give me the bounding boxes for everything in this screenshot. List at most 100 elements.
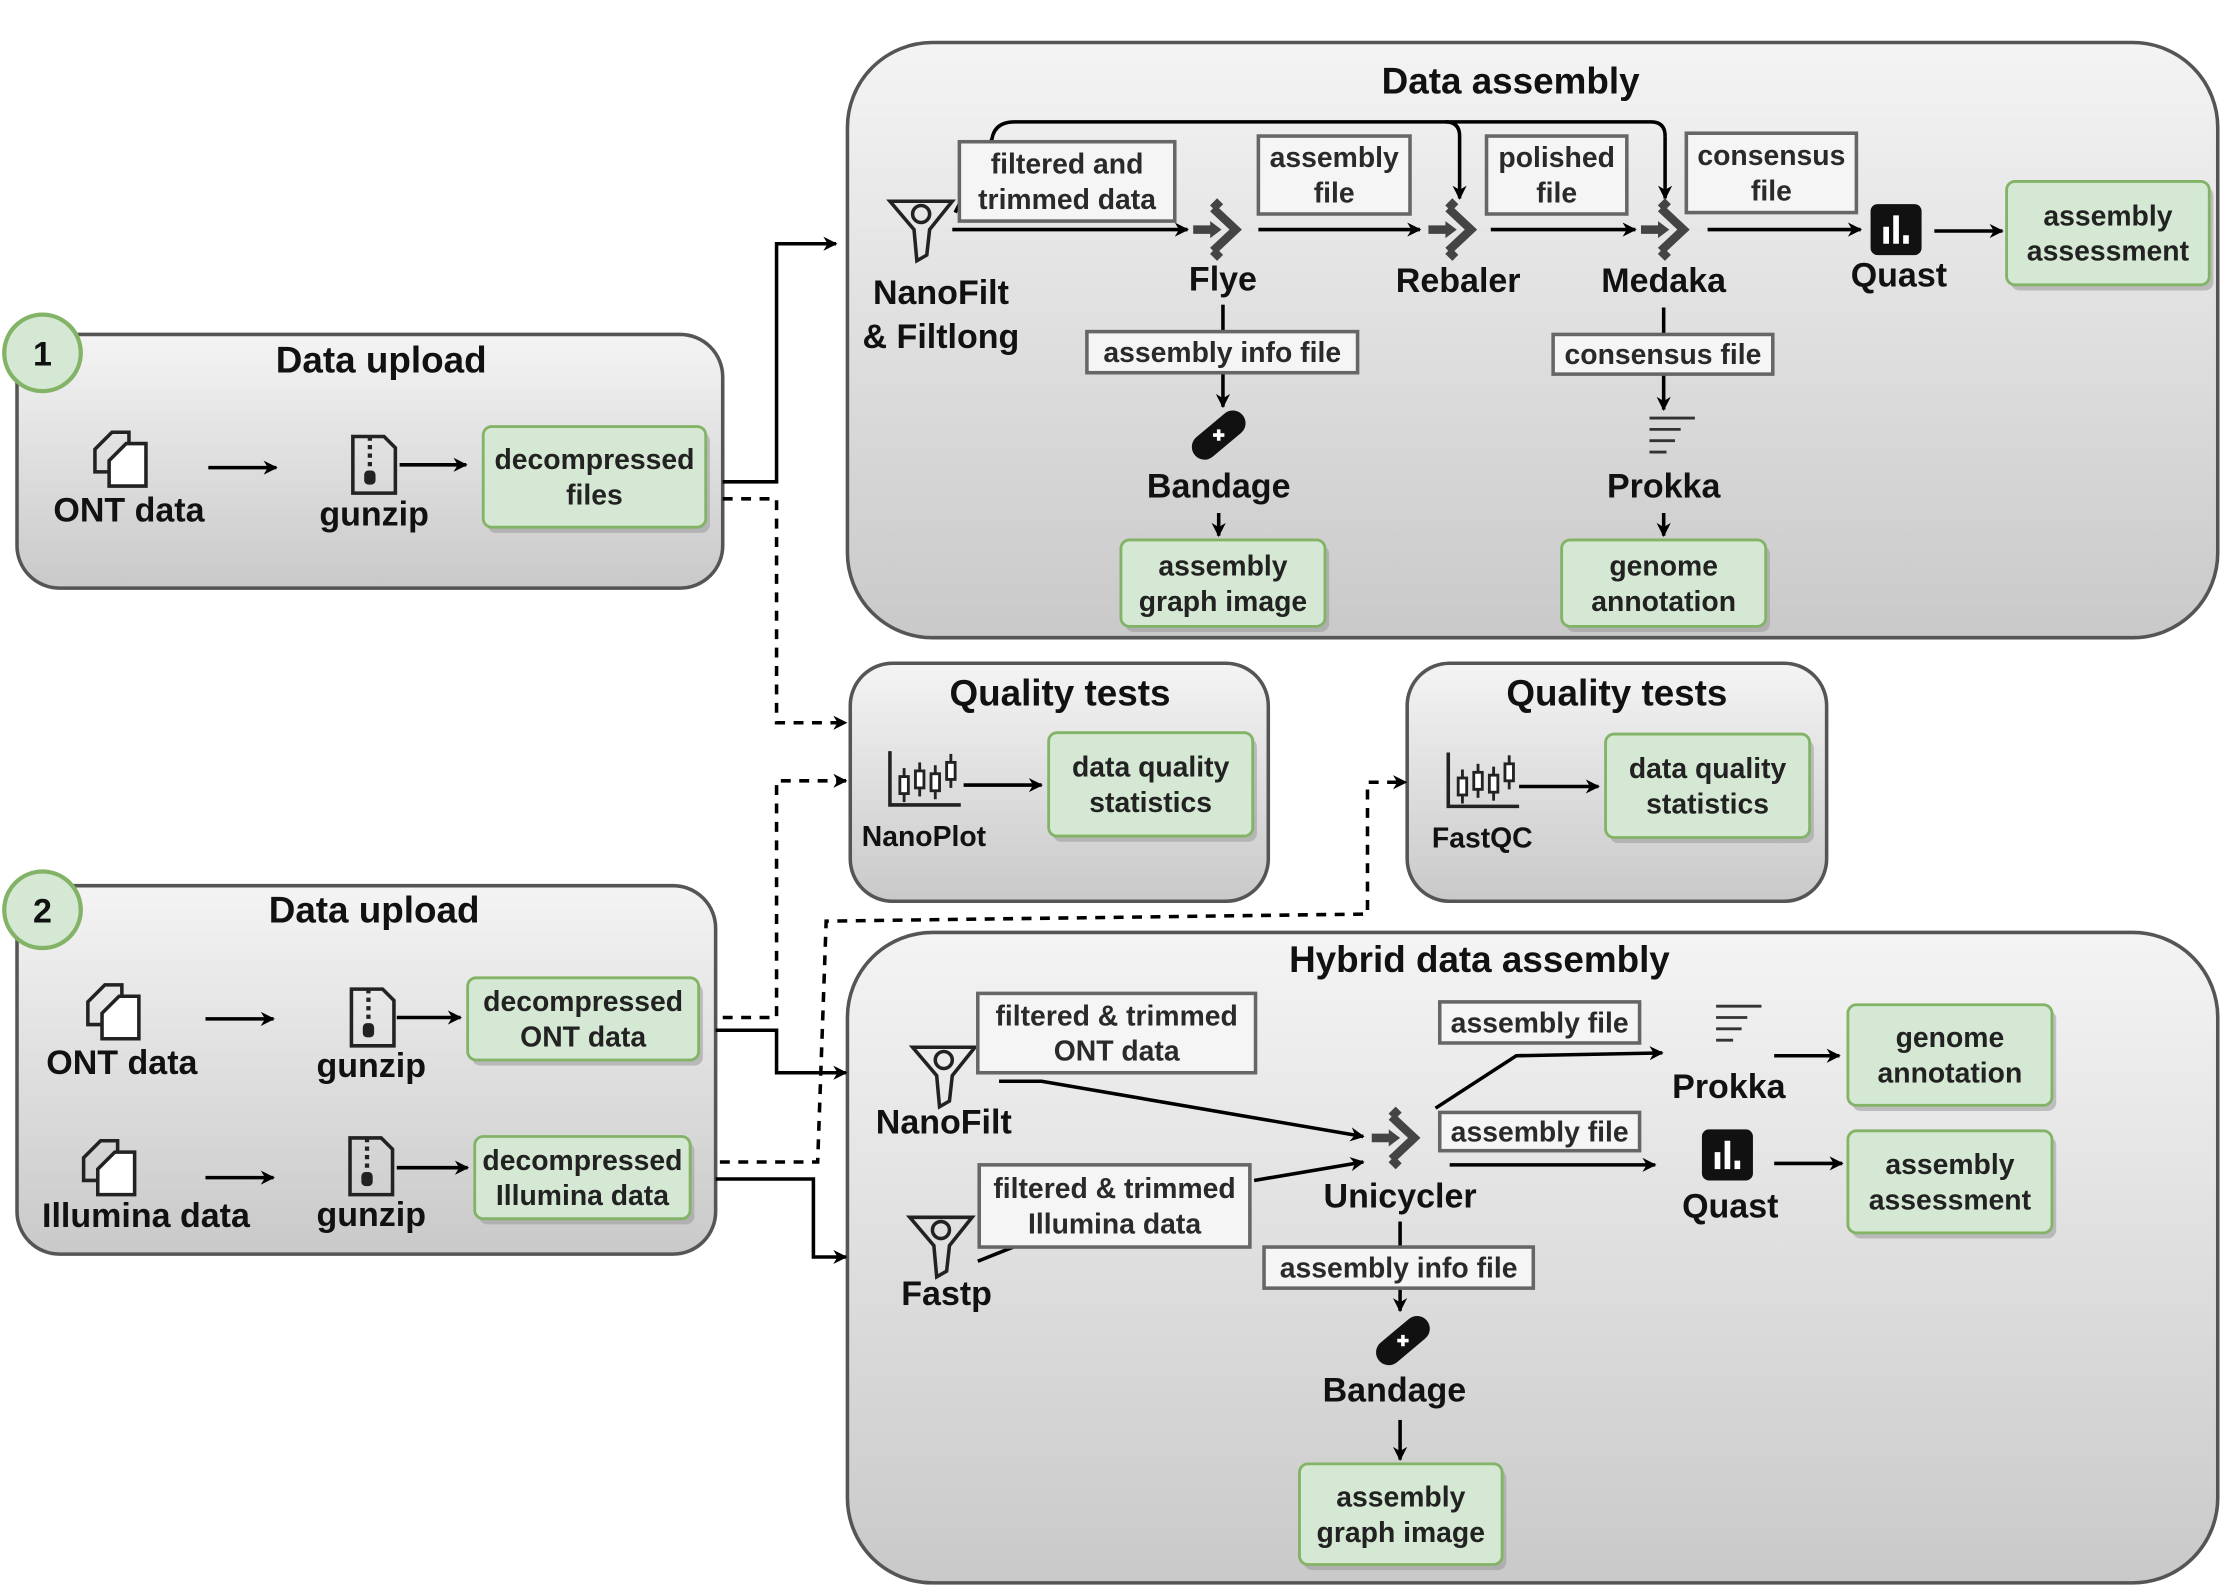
decompressed-illumina: decompressed Illumina data xyxy=(473,1135,695,1225)
fastqc: FastQC xyxy=(1432,822,1533,854)
quality-stats-1-text-line: statistics xyxy=(1089,787,1212,819)
assembly-graph-image-text-line: assembly xyxy=(1158,550,1287,582)
assembly-file-label: assembly file xyxy=(1256,134,1412,216)
polished-file-label: polished file xyxy=(1484,134,1629,216)
quality-tests-1-group-title: Quality tests xyxy=(949,673,1170,714)
hybrid-genome-annotation-text-line: genome xyxy=(1896,1022,2005,1054)
rebaler: Rebaler xyxy=(1396,262,1521,300)
quality-stats-2-box xyxy=(1604,732,1812,839)
hybrid-assembly-assessment-box xyxy=(1846,1129,2054,1235)
arrow-to-assembly xyxy=(722,236,838,484)
assembly-file-label-text-line: assembly xyxy=(1270,142,1399,174)
step-1-badge: 1 xyxy=(2,312,83,394)
medaka: Medaka xyxy=(1601,262,1727,300)
arrow-to-quality-1 xyxy=(722,497,848,730)
data-assembly-group-frame xyxy=(845,40,2220,640)
polished-file-label-text-line: polished xyxy=(1498,142,1614,174)
hybrid-assembly-graph-image: assembly graph image xyxy=(1298,1462,1507,1571)
data-upload-2-group-title: Data upload xyxy=(269,890,480,931)
quast: Quast xyxy=(1851,256,1947,294)
hybrid-assembly-graph-image-text-line: assembly xyxy=(1336,1481,1465,1513)
hybrid-assembly-info-label-text: assembly info file xyxy=(1280,1253,1518,1285)
arrow-ont-to-hybrid xyxy=(715,1028,848,1080)
genome-annotation-text-line: genome xyxy=(1609,550,1718,582)
hybrid-genome-annotation: genome annotation xyxy=(1846,1003,2057,1112)
quality-stats-1-text-line: data quality xyxy=(1072,752,1230,784)
genome-annotation: genome annotation xyxy=(1560,538,1770,633)
quality-stats-2-text-line: data quality xyxy=(1629,753,1787,785)
quality-stats-2: data quality statistics xyxy=(1604,732,1814,844)
genome-annotation-text-line: annotation xyxy=(1591,586,1736,618)
assembly-graph-image-text-line: graph image xyxy=(1139,586,1307,618)
hybrid-genome-annotation-box xyxy=(1846,1003,2054,1107)
hybrid-assembly-info-label: assembly info file xyxy=(1262,1245,1536,1290)
quality-stats-1-box xyxy=(1047,731,1255,838)
hybrid-bandage: Bandage xyxy=(1323,1372,1467,1410)
nanofilt-filtlong-line: NanoFilt xyxy=(873,274,1009,312)
quality-stats-2-text-line: statistics xyxy=(1646,788,1769,820)
assembly-file-label-text-line: file xyxy=(1314,178,1355,210)
pipeline-diagram: Data assembly Data upload Quality tests Qua… xyxy=(2,40,2220,1585)
fastp: Fastp xyxy=(901,1275,992,1313)
decompressed-files-box xyxy=(481,425,708,529)
assembly-assessment-box xyxy=(2005,179,2211,287)
assembly-info-label: assembly info file xyxy=(1085,329,1360,375)
nanofilt-filtlong-line: & Filtlong xyxy=(863,318,1020,356)
step-2-badge-text: 2 xyxy=(33,893,52,931)
data-assembly-group: Data assembly xyxy=(845,40,2220,640)
hybrid-ont-label-text-line: ONT data xyxy=(1054,1036,1180,1068)
step-2-badge: 2 xyxy=(2,869,83,951)
step-1-badge-text: 1 xyxy=(33,336,52,374)
hybrid-illumina-label-text-line: filtered & trimmed xyxy=(993,1173,1235,1205)
hybrid-assembly-assessment-text-line: assessment xyxy=(1869,1184,2032,1216)
illumina-data: Illumina data xyxy=(42,1197,251,1235)
quast-icon xyxy=(1701,1129,1753,1181)
hybrid-assembly-assessment: assembly assessment xyxy=(1846,1129,2057,1239)
hybrid-assembly-file-label-2-text: assembly file xyxy=(1451,1116,1629,1148)
filtered-trimmed-label-text-line: filtered and xyxy=(991,149,1144,181)
assembly-assessment-text-line: assessment xyxy=(2027,236,2190,268)
hybrid-assembly-group-title: Hybrid data assembly xyxy=(1289,939,1670,980)
hybrid-prokka: Prokka xyxy=(1672,1068,1786,1106)
hybrid-assembly-file-label-1: assembly file xyxy=(1437,1000,1642,1045)
data-assembly-group-title: Data assembly xyxy=(1382,61,1640,102)
ont-data-2: ONT data xyxy=(46,1044,198,1082)
hybrid-assembly-graph-image-text-line: graph image xyxy=(1317,1517,1485,1549)
hybrid-ont-label: filtered & trimmed ONT data xyxy=(976,991,1258,1075)
assembly-graph-image: assembly graph image xyxy=(1119,538,1330,633)
arrow-illumina-to-hybrid xyxy=(715,1177,848,1265)
decompressed-files-text-line: files xyxy=(566,479,623,511)
decompressed-illumina-text-line: decompressed xyxy=(482,1145,682,1177)
polished-file-label-text-line: file xyxy=(1536,178,1577,210)
prokka: Prokka xyxy=(1607,467,1721,505)
hybrid-assembly-file-label-1-text: assembly file xyxy=(1451,1007,1629,1039)
decompressed-files-text-line: decompressed xyxy=(494,444,694,476)
decompressed-ont-text-line: ONT data xyxy=(520,1022,646,1054)
decompressed-ont: decompressed ONT data xyxy=(466,976,703,1066)
gunzip-3: gunzip xyxy=(317,1196,427,1234)
assembly-assessment-text-line: assembly xyxy=(2043,200,2172,232)
decompressed-ont-text-line: decompressed xyxy=(483,986,683,1018)
data-upload-1-group-title: Data upload xyxy=(276,340,487,381)
hybrid-illumina-label-text-line: Illumina data xyxy=(1028,1209,1201,1241)
decompressed-files: decompressed files xyxy=(481,425,710,533)
assembly-info-label-text: assembly info file xyxy=(1103,337,1341,369)
unicycler: Unicycler xyxy=(1324,1177,1477,1215)
hybrid-assembly-assessment-text-line: assembly xyxy=(1885,1149,2014,1181)
nanoplot: NanoPlot xyxy=(862,821,987,853)
ont-data-1: ONT data xyxy=(53,492,205,530)
quality-stats-1: data quality statistics xyxy=(1047,731,1257,842)
hybrid-assembly-file-label-2: assembly file xyxy=(1437,1110,1642,1153)
hybrid-nanofilt: NanoFilt xyxy=(876,1104,1012,1142)
gunzip-1: gunzip xyxy=(319,496,429,534)
assembly-assessment: assembly assessment xyxy=(2005,179,2214,291)
quast-icon xyxy=(1870,204,1922,256)
quality-tests-2-group-title: Quality tests xyxy=(1506,673,1727,714)
hybrid-quast: Quast xyxy=(1682,1187,1778,1225)
arrow-ont-to-quality xyxy=(722,773,848,1020)
hybrid-illumina-label: filtered & trimmed Illumina data xyxy=(977,1163,1252,1249)
filtered-trimmed-label: filtered and trimmed data xyxy=(957,139,1177,223)
gunzip-2: gunzip xyxy=(317,1047,427,1085)
hybrid-assembly-graph-image-box xyxy=(1298,1462,1504,1566)
hybrid-ont-label-text-line: filtered & trimmed xyxy=(995,1000,1237,1032)
